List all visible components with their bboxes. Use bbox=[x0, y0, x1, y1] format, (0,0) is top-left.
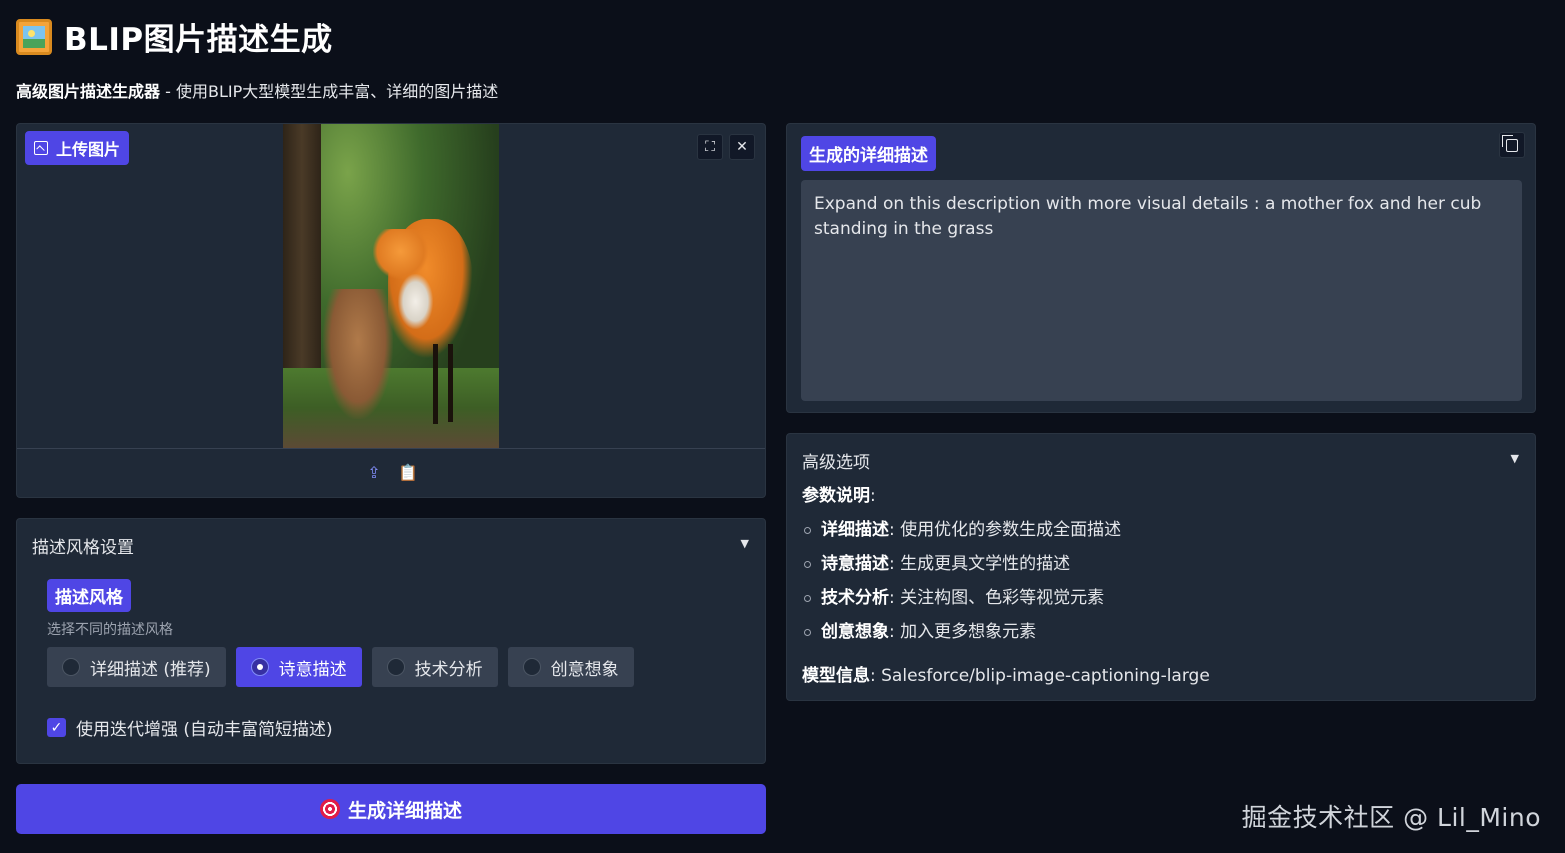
generated-description-label: 生成的详细描述 bbox=[801, 136, 936, 171]
style-settings-accordion: 描述风格设置 ▼ 描述风格 选择不同的描述风格 详细描述 (推荐) 诗意描述 技… bbox=[16, 518, 766, 764]
generate-description-button[interactable]: 生成详细描述 bbox=[16, 784, 766, 834]
radio-option-poetic[interactable]: 诗意描述 bbox=[235, 647, 362, 687]
list-item: 创意想象: 加入更多想象元素 bbox=[802, 620, 1210, 654]
upload-image-label-text: 上传图片 bbox=[56, 140, 121, 159]
advanced-options-title[interactable]: 高级选项 bbox=[802, 448, 870, 473]
advanced-options-accordion: 高级选项 ▼ 参数说明: 详细描述: 使用优化的参数生成全面描述 诗意描述: 生… bbox=[786, 433, 1536, 701]
radio-button[interactable] bbox=[386, 658, 405, 676]
list-item: 技术分析: 关注构图、色彩等视觉元素 bbox=[802, 586, 1210, 620]
chevron-down-icon[interactable]: ▼ bbox=[741, 537, 749, 550]
radio-label: 诗意描述 bbox=[278, 659, 347, 680]
copy-icon bbox=[1502, 134, 1518, 152]
radio-label: 技术分析 bbox=[414, 659, 483, 680]
image-icon bbox=[34, 141, 48, 155]
params-list: 详细描述: 使用优化的参数生成全面描述 诗意描述: 生成更具文学性的描述 技术分… bbox=[802, 518, 1210, 654]
fullscreen-icon[interactable]: ⛶ bbox=[697, 134, 723, 160]
chevron-down-icon[interactable]: ▼ bbox=[1511, 452, 1519, 465]
subtitle-bold: 高级图片描述生成器 bbox=[16, 82, 161, 101]
image-controls: ⛶ ✕ bbox=[697, 134, 755, 160]
params-heading: 参数说明: bbox=[802, 486, 876, 506]
upload-icon[interactable]: ⇪ bbox=[364, 462, 384, 482]
style-radio-group: 详细描述 (推荐) 诗意描述 技术分析 创意想象 bbox=[47, 647, 634, 687]
image-upload-panel[interactable]: 上传图片 ⛶ ✕ ⇪ 📋 bbox=[16, 123, 766, 498]
upload-image-label: 上传图片 bbox=[25, 131, 130, 165]
description-style-label: 描述风格 bbox=[47, 579, 131, 612]
subtitle-rest: - 使用BLIP大型模型生成丰富、详细的图片描述 bbox=[160, 82, 499, 101]
copy-button[interactable] bbox=[1499, 132, 1525, 158]
list-item: 诗意描述: 生成更具文学性的描述 bbox=[802, 552, 1210, 586]
model-info: 模型信息: Salesforce/blip-image-captioning-l… bbox=[802, 666, 1210, 686]
style-settings-title[interactable]: 描述风格设置 bbox=[32, 533, 134, 558]
generate-button-label: 生成详细描述 bbox=[347, 799, 462, 822]
radio-label: 创意想象 bbox=[550, 659, 619, 680]
uploaded-image-preview bbox=[283, 124, 499, 448]
target-icon bbox=[319, 799, 340, 819]
radio-option-creative[interactable]: 创意想象 bbox=[507, 647, 634, 687]
clipboard-icon[interactable]: 📋 bbox=[398, 462, 418, 482]
description-style-hint: 选择不同的描述风格 bbox=[47, 622, 173, 638]
radio-label: 详细描述 (推荐) bbox=[90, 659, 211, 680]
list-item: 详细描述: 使用优化的参数生成全面描述 bbox=[802, 518, 1210, 552]
radio-option-technical[interactable]: 技术分析 bbox=[371, 647, 498, 687]
page-subtitle: 高级图片描述生成器 - 使用BLIP大型模型生成丰富、详细的图片描述 bbox=[16, 78, 498, 102]
advanced-options-content: 参数说明: 详细描述: 使用优化的参数生成全面描述 诗意描述: 生成更具文学性的… bbox=[802, 484, 1210, 698]
radio-button[interactable] bbox=[522, 658, 541, 676]
checkbox-checked-icon[interactable]: ✓ bbox=[47, 718, 66, 737]
header: BLIP图片描述生成 bbox=[16, 14, 333, 59]
close-icon[interactable]: ✕ bbox=[729, 134, 755, 160]
radio-option-detailed[interactable]: 详细描述 (推荐) bbox=[47, 647, 226, 687]
radio-button[interactable] bbox=[62, 658, 80, 676]
watermark: 掘金技术社区 @ Lil_Mino bbox=[1241, 803, 1541, 832]
radio-button[interactable] bbox=[250, 658, 269, 676]
upload-toolbar: ⇪ 📋 bbox=[17, 462, 765, 482]
generated-description-textbox[interactable]: Expand on this description with more vis… bbox=[801, 180, 1522, 401]
output-panel: 生成的详细描述 Expand on this description with … bbox=[786, 123, 1536, 413]
divider bbox=[17, 448, 765, 449]
picture-frame-icon bbox=[16, 18, 52, 55]
page-title: BLIP图片描述生成 bbox=[64, 22, 333, 58]
iterative-enhance-checkbox-row[interactable]: ✓ 使用迭代增强 (自动丰富简短描述) bbox=[47, 715, 333, 740]
iterative-enhance-label: 使用迭代增强 (自动丰富简短描述) bbox=[76, 720, 333, 740]
